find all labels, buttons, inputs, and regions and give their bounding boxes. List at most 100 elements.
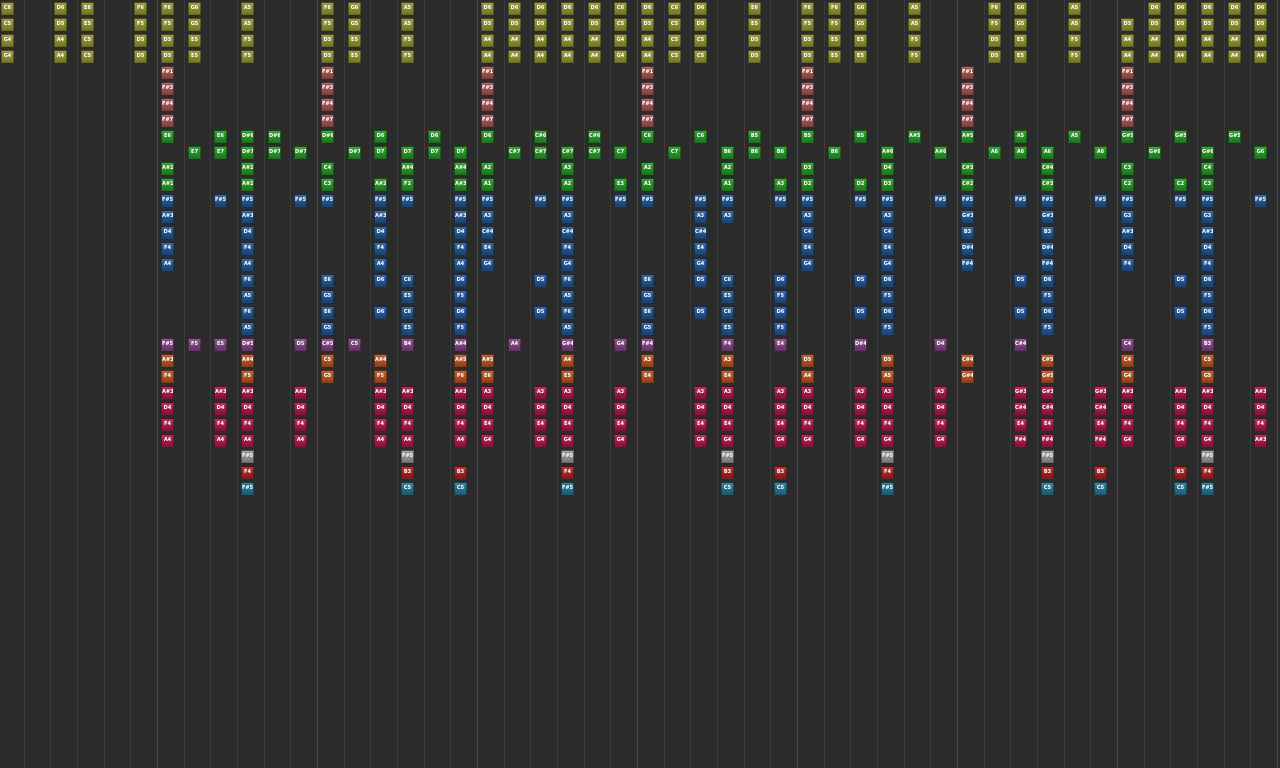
- note-block[interactable]: A5: [401, 2, 414, 15]
- note-block[interactable]: A2: [721, 162, 734, 175]
- note-block[interactable]: D5: [534, 306, 547, 319]
- note-block[interactable]: C4: [801, 226, 814, 239]
- note-block[interactable]: C3: [1201, 178, 1214, 191]
- note-block[interactable]: A#4: [454, 338, 467, 351]
- note-block[interactable]: A#3: [161, 354, 174, 367]
- note-block[interactable]: F6: [161, 2, 174, 15]
- note-block[interactable]: D4: [534, 402, 547, 415]
- note-block[interactable]: D4: [454, 402, 467, 415]
- note-block[interactable]: F#7: [801, 114, 814, 127]
- note-block[interactable]: C#7: [534, 146, 547, 159]
- note-block[interactable]: C5: [721, 482, 734, 495]
- note-block[interactable]: E6: [481, 370, 494, 383]
- note-block[interactable]: E5: [828, 34, 841, 47]
- note-block[interactable]: F#4: [1041, 258, 1054, 271]
- note-block[interactable]: A2: [641, 162, 654, 175]
- note-block[interactable]: D4: [934, 402, 947, 415]
- note-block[interactable]: G4: [1, 50, 14, 63]
- note-block[interactable]: E4: [721, 370, 734, 383]
- note-block[interactable]: D5: [481, 18, 494, 31]
- note-block[interactable]: C5: [454, 482, 467, 495]
- note-block[interactable]: D#6: [268, 130, 281, 143]
- note-block[interactable]: F5: [454, 322, 467, 335]
- note-block[interactable]: A4: [1254, 34, 1267, 47]
- note-block[interactable]: D6: [1174, 2, 1187, 15]
- note-block[interactable]: F#5: [1201, 450, 1214, 463]
- note-block[interactable]: B3: [1041, 466, 1054, 479]
- note-block[interactable]: D6: [481, 2, 494, 15]
- note-block[interactable]: G4: [481, 434, 494, 447]
- note-block[interactable]: D3: [881, 178, 894, 191]
- note-block[interactable]: F5: [188, 338, 201, 351]
- note-block[interactable]: A1: [721, 178, 734, 191]
- note-block[interactable]: D6: [774, 274, 787, 287]
- note-block[interactable]: E4: [801, 242, 814, 255]
- note-block[interactable]: C#3: [961, 162, 974, 175]
- note-block[interactable]: F6: [561, 274, 574, 287]
- note-block[interactable]: D4: [801, 402, 814, 415]
- note-block[interactable]: F#5: [401, 450, 414, 463]
- note-block[interactable]: F#4: [641, 98, 654, 111]
- note-block[interactable]: C5: [81, 50, 94, 63]
- note-block[interactable]: A4: [161, 434, 174, 447]
- note-block[interactable]: G#6: [1148, 146, 1161, 159]
- note-block[interactable]: A3: [881, 210, 894, 223]
- note-block[interactable]: G4: [561, 258, 574, 271]
- note-block[interactable]: F5: [881, 290, 894, 303]
- note-block[interactable]: G4: [1, 34, 14, 47]
- note-block[interactable]: D#5: [241, 338, 254, 351]
- note-block[interactable]: D6: [374, 274, 387, 287]
- note-block[interactable]: C#7: [561, 146, 574, 159]
- note-block[interactable]: D4: [721, 402, 734, 415]
- note-block[interactable]: E5: [828, 50, 841, 63]
- note-block[interactable]: D6: [561, 2, 574, 15]
- note-block[interactable]: G4: [1121, 370, 1134, 383]
- note-block[interactable]: F#3: [641, 82, 654, 95]
- note-block[interactable]: C5: [774, 482, 787, 495]
- note-block[interactable]: A4: [1121, 34, 1134, 47]
- note-block[interactable]: F4: [801, 418, 814, 431]
- note-block[interactable]: C6: [641, 130, 654, 143]
- note-block[interactable]: G6: [1254, 146, 1267, 159]
- note-block[interactable]: D4: [374, 226, 387, 239]
- note-block[interactable]: D5: [1201, 18, 1214, 31]
- note-block[interactable]: D4: [241, 226, 254, 239]
- note-block[interactable]: G4: [774, 434, 787, 447]
- note-block[interactable]: F6: [988, 2, 1001, 15]
- note-block[interactable]: A#3: [1201, 226, 1214, 239]
- note-block[interactable]: D5: [534, 274, 547, 287]
- note-block[interactable]: F5: [321, 18, 334, 31]
- note-block[interactable]: A3: [721, 386, 734, 399]
- note-block[interactable]: G#6: [1201, 146, 1214, 159]
- note-block[interactable]: E5: [401, 290, 414, 303]
- note-block[interactable]: A4: [214, 434, 227, 447]
- note-block[interactable]: C6: [401, 306, 414, 319]
- note-block[interactable]: E4: [1041, 418, 1054, 431]
- note-block[interactable]: F5: [908, 50, 921, 63]
- note-block[interactable]: F#5: [401, 194, 414, 207]
- note-block[interactable]: D4: [241, 402, 254, 415]
- note-block[interactable]: F5: [908, 34, 921, 47]
- note-block[interactable]: E5: [854, 34, 867, 47]
- note-block[interactable]: F4: [374, 242, 387, 255]
- note-block[interactable]: D5: [54, 18, 67, 31]
- note-block[interactable]: A#3: [454, 210, 467, 223]
- note-block[interactable]: A5: [908, 18, 921, 31]
- note-block[interactable]: F4: [934, 418, 947, 431]
- note-block[interactable]: A#3: [1201, 386, 1214, 399]
- note-block[interactable]: A3: [561, 162, 574, 175]
- note-block[interactable]: C5: [1094, 482, 1107, 495]
- note-block[interactable]: G#3: [1041, 210, 1054, 223]
- note-block[interactable]: C6: [668, 2, 681, 15]
- note-block[interactable]: D5: [1174, 18, 1187, 31]
- note-block[interactable]: D4: [934, 338, 947, 351]
- note-block[interactable]: E6: [214, 130, 227, 143]
- note-block[interactable]: F5: [401, 34, 414, 47]
- note-block[interactable]: A5: [1014, 130, 1027, 143]
- note-block[interactable]: F#5: [214, 194, 227, 207]
- note-block[interactable]: G4: [614, 338, 627, 351]
- note-block[interactable]: G#3: [1014, 386, 1027, 399]
- note-block[interactable]: D5: [694, 274, 707, 287]
- note-block[interactable]: D6: [774, 306, 787, 319]
- note-block[interactable]: D5: [508, 18, 521, 31]
